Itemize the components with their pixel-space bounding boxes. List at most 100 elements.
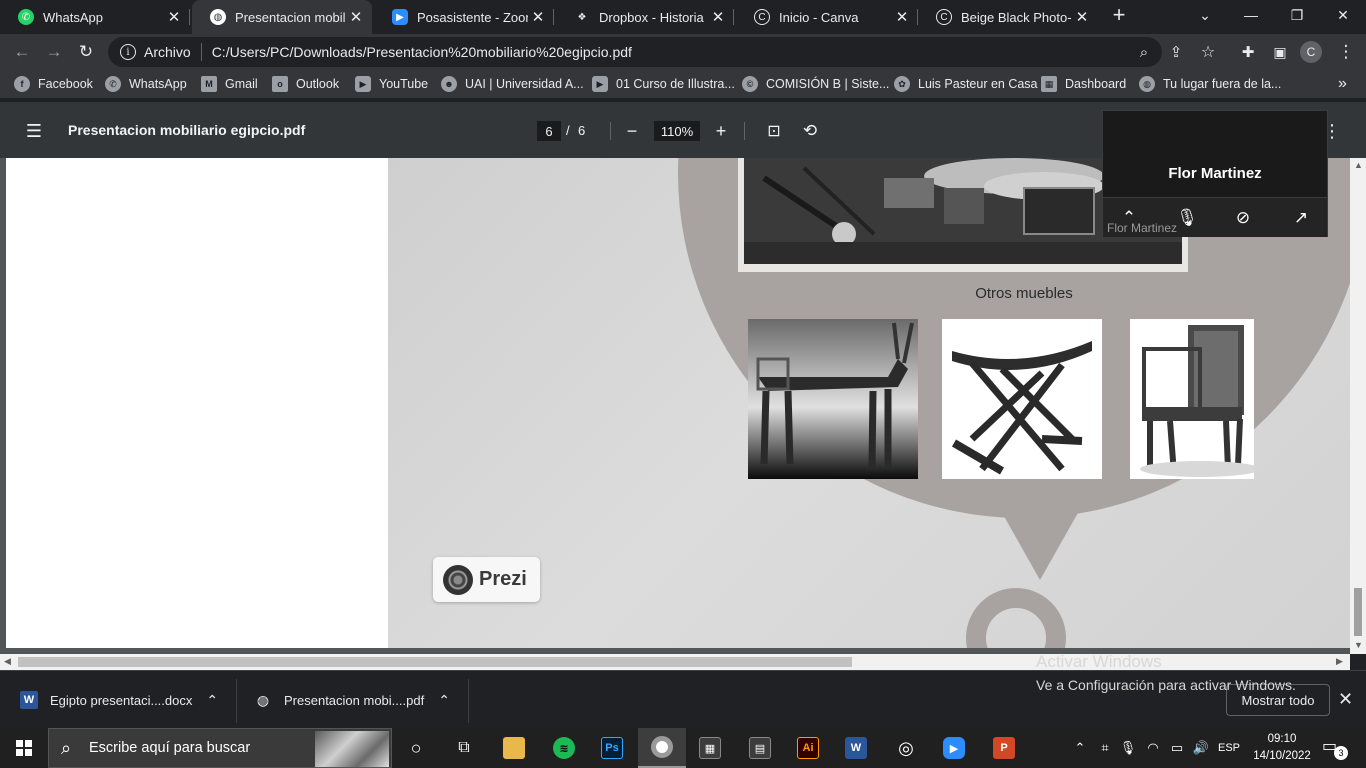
close-window-button[interactable]: ✕ [1320, 0, 1366, 30]
meet-now-icon[interactable]: ⌗ [1094, 728, 1116, 768]
canva-icon: C [754, 9, 770, 25]
bookmark-comision-b[interactable]: © COMISIÓN B | Siste... [742, 74, 889, 94]
calculator-icon[interactable]: ▦ [686, 728, 734, 768]
chevron-up-icon[interactable]: ⌃ [438, 692, 450, 709]
minimize-button[interactable]: — [1228, 0, 1274, 30]
volume-icon[interactable]: 🔊 [1190, 728, 1212, 768]
language-indicator[interactable]: ESP [1214, 728, 1244, 768]
battery-icon[interactable]: ▭ [1166, 728, 1188, 768]
illustrator-icon[interactable]: Ai [784, 728, 832, 768]
page-number-input[interactable]: 6 [537, 121, 561, 141]
copyright-icon: © [742, 76, 758, 92]
cortana-icon[interactable]: ○ [392, 728, 440, 768]
start-button[interactable] [0, 728, 48, 768]
back-icon[interactable]: ← [10, 40, 34, 64]
info-icon[interactable]: i [120, 44, 136, 60]
download-item-docx[interactable]: W Egipto presentaci....docx ⌃ [0, 671, 236, 729]
dashboard-icon: ▦ [1041, 76, 1057, 92]
pop-out-icon[interactable]: ↗ [1289, 206, 1313, 230]
close-tab-icon[interactable]: ✕ [708, 8, 728, 26]
zoom-level-input[interactable]: 110% [654, 121, 700, 141]
tab-dropbox[interactable]: ❖ Dropbox - Historia - S ✕ [556, 0, 734, 34]
scroll-up-arrow-icon[interactable]: ▲ [1354, 160, 1363, 170]
close-tab-icon[interactable]: ✕ [164, 8, 184, 26]
tray-overflow-icon[interactable]: ⌃ [1070, 728, 1090, 768]
zoom-out-button[interactable]: − [620, 119, 644, 143]
tab-whatsapp[interactable]: ✆ WhatsApp ✕ [0, 0, 190, 34]
zoom-lens-icon[interactable]: ⌕ [1132, 40, 1156, 64]
bookmark-whatsapp[interactable]: ✆ WhatsApp [105, 74, 187, 94]
calendar-icon[interactable]: ▤ [736, 728, 784, 768]
bookmark-uai[interactable]: ☻ UAI | Universidad A... [441, 74, 584, 94]
share-icon[interactable]: ⇪ [1164, 40, 1188, 64]
scroll-down-arrow-icon[interactable]: ▼ [1354, 640, 1363, 650]
address-url[interactable]: C:/Users/PC/Downloads/Presentacion%20mob… [212, 44, 632, 60]
wifi-icon[interactable]: ◠ [1142, 728, 1164, 768]
side-panel-icon[interactable]: ▣ [1268, 40, 1292, 64]
close-shelf-icon[interactable]: ✕ [1338, 689, 1353, 710]
extensions-icon[interactable]: ✚ [1236, 40, 1260, 64]
rotate-icon[interactable]: ⟲ [798, 119, 822, 143]
bookmark-outlook[interactable]: o Outlook [272, 74, 339, 94]
photoshop-icon[interactable]: Ps [588, 728, 636, 768]
new-tab-button[interactable]: + [1100, 0, 1138, 30]
vertical-scroll-thumb[interactable] [1354, 588, 1362, 636]
address-bar[interactable]: i Archivo C:/Users/PC/Downloads/Presenta… [108, 37, 1162, 67]
bookmark-gmail[interactable]: M Gmail [201, 74, 258, 94]
tab-canva-beige[interactable]: C Beige Black Photo-cen ✕ [918, 0, 1098, 34]
word-icon[interactable]: W [832, 728, 880, 768]
bookmark-tu-lugar[interactable]: ◍ Tu lugar fuera de la... [1139, 74, 1281, 94]
scroll-left-arrow-icon[interactable]: ◀ [4, 656, 11, 667]
notifications-icon[interactable]: ▭ 3 [1322, 736, 1348, 760]
close-tab-icon[interactable]: ✕ [528, 8, 548, 26]
chevron-up-icon[interactable]: ⌃ [206, 692, 218, 709]
vertical-scrollbar[interactable]: ▲ ▼ [1350, 158, 1366, 654]
chrome-profile-icon[interactable]: ◎ [882, 728, 930, 768]
zoom-in-button[interactable]: + [709, 119, 733, 143]
globe-icon: ◍ [210, 9, 226, 25]
microphone-icon[interactable]: 🎙 [1175, 206, 1199, 230]
menu-dots-icon[interactable]: ⋮ [1334, 40, 1358, 64]
bookmark-dashboard[interactable]: ▦ Dashboard [1041, 74, 1126, 94]
horizontal-scroll-thumb[interactable] [18, 657, 852, 667]
taskbar-clock[interactable]: 09:10 14/10/2022 [1244, 731, 1320, 765]
tab-presentacion[interactable]: ◍ Presentacion mobiliari ✕ [192, 0, 372, 34]
reload-icon[interactable]: ↻ [74, 40, 98, 64]
bookmark-label: Dashboard [1065, 77, 1127, 91]
bookmarks-overflow-button[interactable]: » [1338, 74, 1347, 94]
scroll-right-arrow-icon[interactable]: ▶ [1336, 656, 1343, 667]
powerpoint-icon[interactable]: P [980, 728, 1028, 768]
close-tab-icon[interactable]: ✕ [346, 8, 366, 26]
close-tab-icon[interactable]: ✕ [892, 8, 912, 26]
fit-page-icon[interactable]: ⊡ [762, 119, 786, 143]
bookmark-youtube[interactable]: ▶ YouTube [355, 74, 428, 94]
video-off-icon[interactable]: ⊘ [1231, 206, 1255, 230]
task-view-icon[interactable]: ⧉ [440, 728, 488, 768]
bookmark-star-icon[interactable]: ☆ [1196, 40, 1220, 64]
chrome-icon[interactable] [638, 728, 686, 768]
zoom-app-icon[interactable]: ▶ [930, 728, 978, 768]
file-explorer-icon[interactable] [490, 728, 538, 768]
tab-search-button[interactable]: ⌄ [1182, 0, 1228, 30]
tab-zoom[interactable]: ▶ Posasistente - Zoom ✕ [374, 0, 554, 34]
zoom-floating-window[interactable]: Flor Martinez ⌃ 🎙 ⊘ ↗ Flor Martinez [1102, 110, 1328, 237]
bookmark-curso-illustrator[interactable]: ▶ 01 Curso de Illustra... [592, 74, 735, 94]
outlook-icon: o [272, 76, 288, 92]
tab-title: Beige Black Photo-cen [961, 9, 1072, 25]
prezi-badge[interactable]: Prezi [433, 557, 540, 602]
spotify-icon[interactable]: ≋ [540, 728, 588, 768]
taskbar-search[interactable]: ⌕ Escribe aquí para buscar [48, 728, 392, 768]
youtube-icon: ▶ [592, 76, 608, 92]
forward-icon[interactable]: → [42, 40, 66, 64]
close-tab-icon[interactable]: ✕ [1072, 8, 1092, 26]
bookmark-luis-pasteur[interactable]: ✿ Luis Pasteur en Casa [894, 74, 1038, 94]
microphone-tray-icon[interactable]: 🎙 [1118, 728, 1138, 768]
bookmark-facebook[interactable]: f Facebook [14, 74, 93, 94]
hamburger-menu-icon[interactable]: ☰ [22, 119, 46, 143]
download-item-pdf[interactable]: ◍ Presentacion mobi....pdf ⌃ [234, 671, 468, 729]
ring-shape [966, 588, 1066, 648]
notification-count: 3 [1334, 746, 1348, 760]
profile-avatar[interactable]: C [1300, 41, 1322, 63]
maximize-button[interactable]: ❐ [1274, 0, 1320, 30]
tab-canva-inicio[interactable]: C Inicio - Canva ✕ [736, 0, 918, 34]
